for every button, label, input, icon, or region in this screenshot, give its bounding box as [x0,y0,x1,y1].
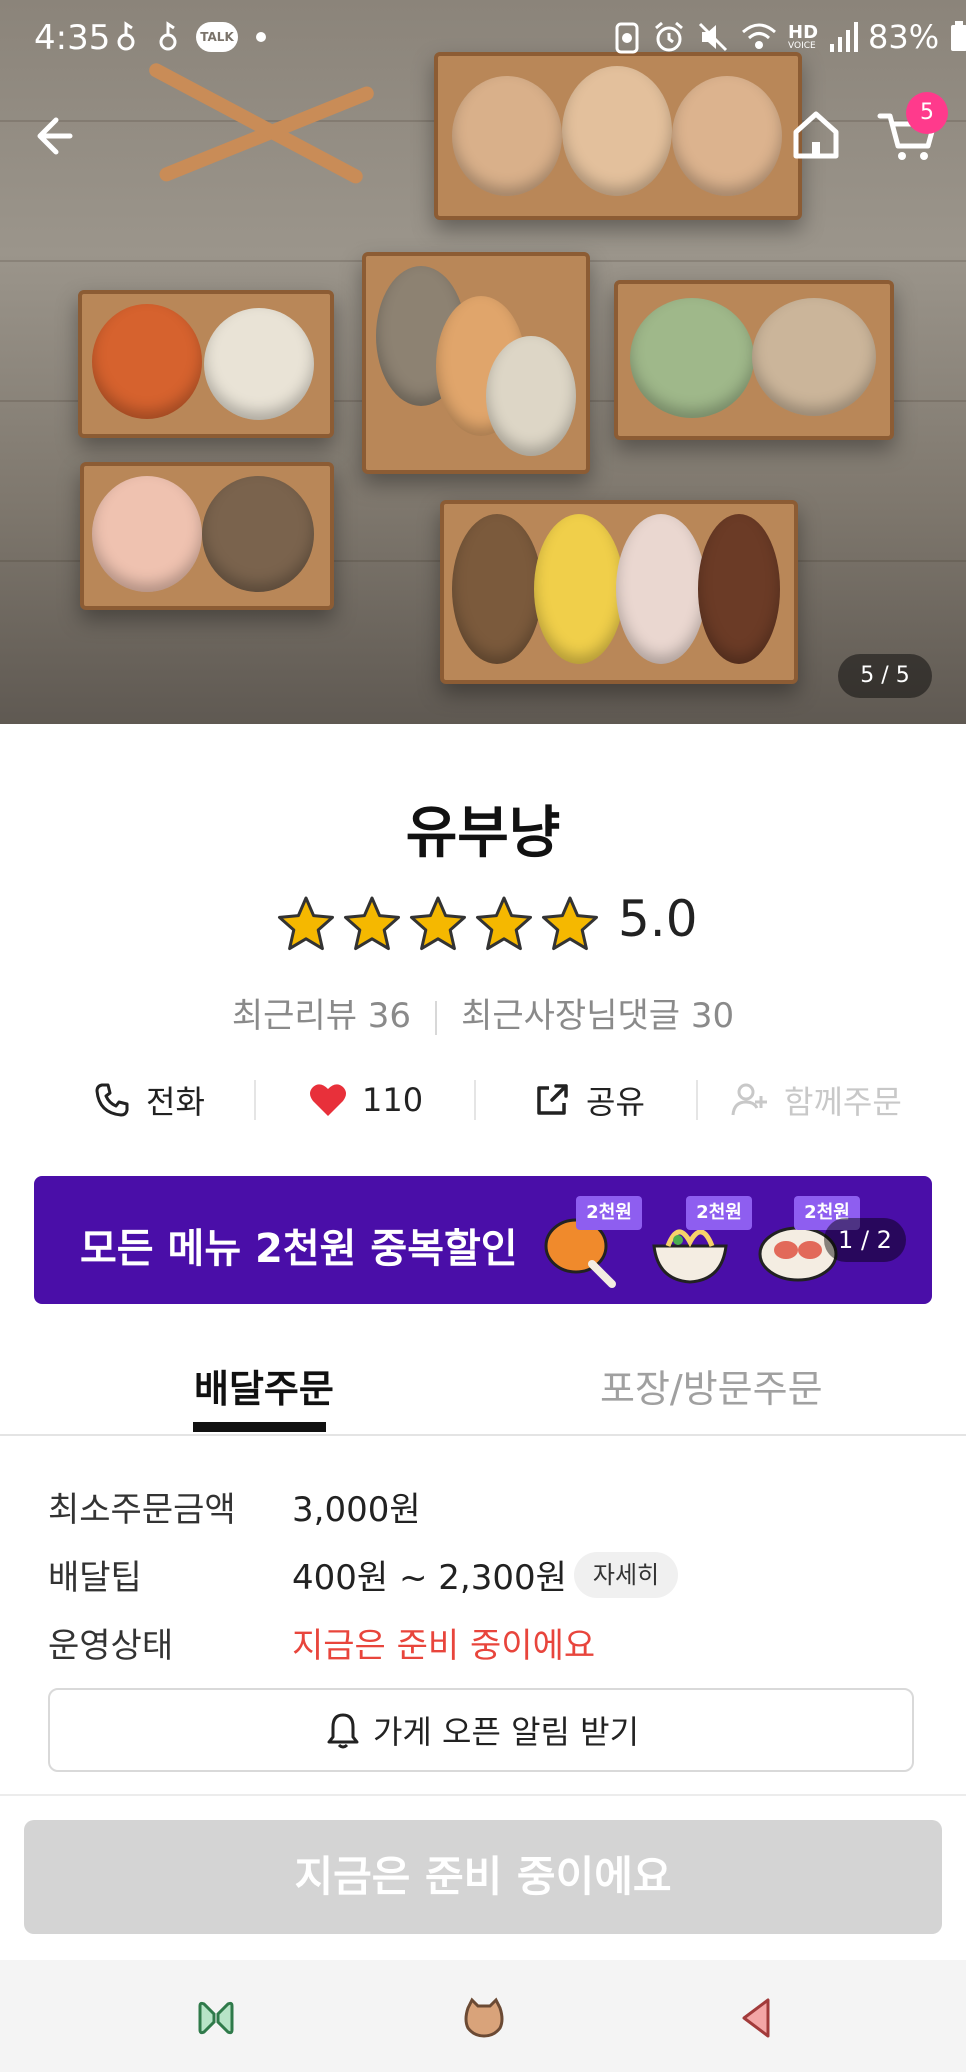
open-notification-button[interactable]: 가게 오픈 알림 받기 [48,1688,914,1772]
delivery-tip-detail-button[interactable]: 자세히 [574,1552,678,1598]
star-icon [542,896,598,951]
rating-value: 5.0 [618,890,698,948]
back-button[interactable] [30,106,90,166]
promo-banner-text: 모든 메뉴 2천원 중복할인 [80,1226,518,1272]
home-icon [793,111,839,159]
share-icon [537,1084,568,1115]
min-order-value: 3,000원 [292,1490,421,1530]
group-order-label: 함께주문 [784,1083,902,1121]
discount-tag: 2천원 [576,1196,642,1230]
store-actions: 전화 110 공유 함께주문 [0,1068,966,1132]
share-label: 공유 [586,1083,645,1121]
food-tray [80,462,334,610]
delivery-tip-value: 400원 ~ 2,300원 [292,1558,567,1598]
status-time: 4:35 [34,18,111,58]
active-tab-indicator [193,1422,326,1432]
section-divider [0,1794,966,1796]
notification-icon [159,21,177,51]
add-person-icon [731,1083,767,1116]
wifi-icon [742,23,776,49]
owner-replies-link[interactable]: 최근사장님댓글 30 [461,996,734,1036]
home-nav-icon[interactable] [460,1994,508,2042]
like-button[interactable]: 110 [308,1068,423,1132]
open-notification-label: 가게 오픈 알림 받기 [372,1713,640,1751]
arrow-left-icon [37,117,73,155]
kakaotalk-icon: TALK [196,22,238,52]
rating-stars [276,894,600,954]
min-order-label: 최소주문금액 [48,1490,236,1530]
status-left-icons: TALK [112,20,266,54]
call-button[interactable]: 전화 [92,1068,205,1132]
heart-icon [310,1084,346,1116]
star-icon [278,896,334,951]
delivery-tip-label: 배달팁 [48,1558,142,1598]
star-icon [344,896,400,951]
discount-tag: 2천원 [686,1196,752,1230]
food-tray [362,252,590,474]
back-nav-icon[interactable] [734,1994,782,2042]
signal-icon [830,22,859,52]
food-tray [614,280,894,440]
divider [474,1080,476,1120]
recent-reviews-link[interactable]: 최근리뷰 36 [232,996,411,1036]
group-order-button[interactable]: 함께주문 [730,1068,902,1132]
review-summary: 최근리뷰 36 최근사장님댓글 30 [0,988,966,1037]
tab-pickup[interactable]: 포장/방문주문 [600,1358,823,1413]
dot-icon [256,32,266,42]
battery-icon [951,21,966,51]
tab-delivery[interactable]: 배달주문 [194,1358,334,1413]
call-label: 전화 [146,1083,205,1121]
notification-icon [117,21,135,51]
battery-saver-icon [615,22,639,54]
phone-icon [95,1083,129,1117]
food-tray [78,290,334,438]
order-button-disabled[interactable]: 지금은 준비 중이에요 [24,1820,942,1934]
home-button[interactable] [786,104,846,164]
operation-status-label: 운영상태 [48,1626,174,1666]
star-icon [410,896,466,951]
mute-icon [698,22,728,52]
store-name: 유부냥 [405,801,561,866]
like-count: 110 [362,1081,424,1119]
food-tray [440,500,798,684]
battery-percent: 83% [868,18,940,56]
hd-voice-icon: HD VOICE [788,21,819,51]
share-button[interactable]: 공유 [532,1068,645,1132]
operation-status-value: 지금은 준비 중이에요 [292,1626,596,1666]
banner-page-indicator: 1 / 2 [824,1218,906,1262]
divider [254,1080,256,1120]
status-bar: 4:35 TALK HD VOICE 83% [0,0,966,84]
star-icon [476,896,532,951]
alarm-icon [655,21,683,52]
cart-count-badge: 5 [906,92,948,134]
bell-icon [327,1713,359,1749]
recent-apps-icon[interactable] [192,1994,240,2042]
photo-page-indicator: 5 / 5 [838,654,932,698]
divider [435,1000,438,1035]
status-right-icons: HD VOICE 83% [612,18,966,56]
divider [696,1080,698,1120]
